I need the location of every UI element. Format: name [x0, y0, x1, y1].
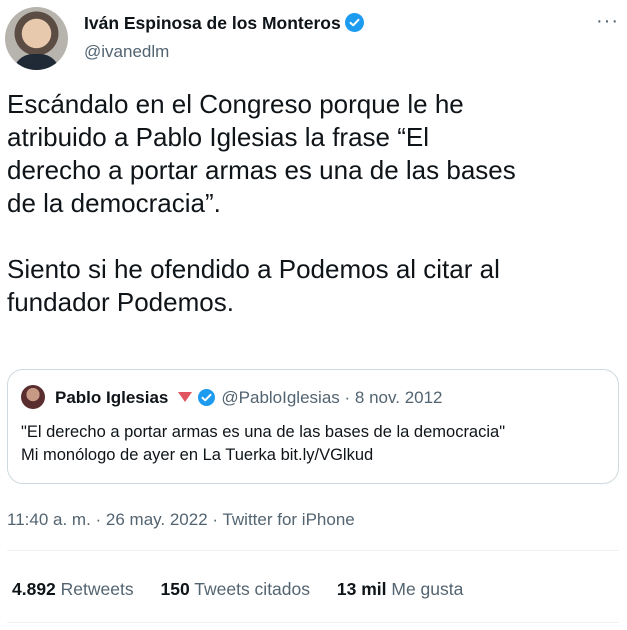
author-avatar[interactable] [5, 7, 68, 70]
verified-badge-icon [198, 389, 216, 406]
tweet-timestamp[interactable]: 11:40 a. m. · 26 may. 2022 · Twitter for… [7, 510, 355, 530]
divider [7, 622, 619, 623]
likes-stat[interactable]: 13 mil Me gusta [337, 579, 463, 599]
verified-badge-icon [344, 13, 364, 32]
quoted-separator: · [344, 388, 351, 407]
quoted-date[interactable]: 8 nov. 2012 [355, 388, 443, 407]
quoted-tweet-text: "El derecho a portar armas es una de las… [21, 423, 506, 464]
quoted-author-handle[interactable]: @PabloIglesias [221, 388, 339, 407]
tweet-stats: 4.892 Retweets 150 Tweets citados 13 mil… [12, 579, 485, 600]
author-handle[interactable]: @ivanedlm [84, 42, 169, 62]
quote-tweets-stat[interactable]: 150 Tweets citados [161, 579, 311, 599]
quoted-tweet[interactable]: Pablo Iglesias @PabloIglesias · 8 nov. 20… [7, 369, 619, 484]
divider [7, 550, 619, 551]
retweets-stat[interactable]: 4.892 Retweets [12, 579, 134, 599]
author-name[interactable]: Iván Espinosa de los Monteros [84, 13, 364, 34]
tweet-text: Escándalo en el Congreso porque le he at… [7, 89, 516, 317]
quoted-author-avatar[interactable] [21, 385, 45, 409]
quoted-tweet-header: Pablo Iglesias @PabloIglesias · 8 nov. 20… [55, 388, 443, 408]
party-triangle-icon [178, 392, 193, 402]
quoted-author-name[interactable]: Pablo Iglesias [55, 388, 168, 407]
more-options-icon[interactable]: ··· [596, 10, 619, 33]
